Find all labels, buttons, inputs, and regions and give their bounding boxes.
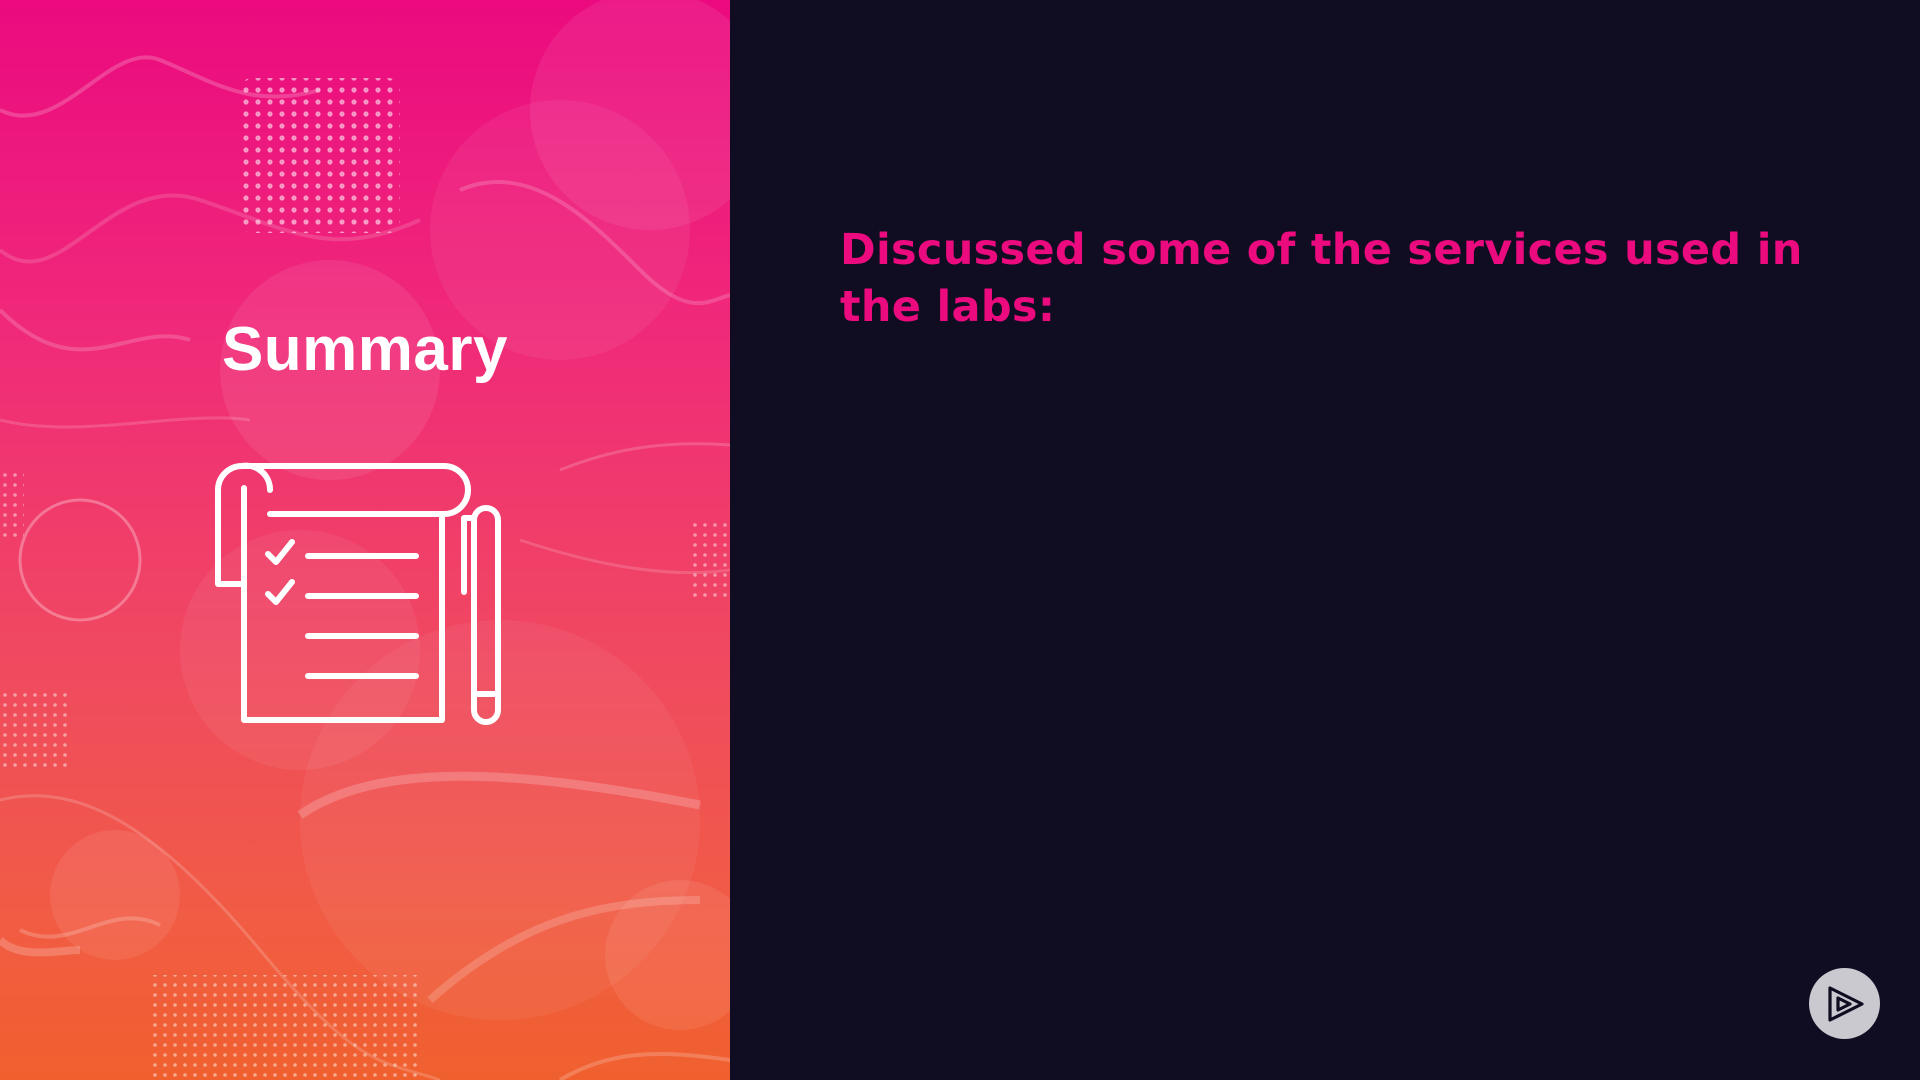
content-panel: Discussed some of the services used in t… [730,0,1920,1080]
pluralsight-play-button[interactable] [1809,968,1880,1039]
summary-heading: Discussed some of the services used in t… [840,225,1803,332]
title-panel: Summary [0,0,730,1080]
checklist-notepad-with-pen-icon [215,462,501,725]
section-title: Summary [221,315,509,384]
pluralsight-play-icon [1827,985,1864,1022]
slide: Summary Discussed some of the services u… [0,0,1920,1080]
